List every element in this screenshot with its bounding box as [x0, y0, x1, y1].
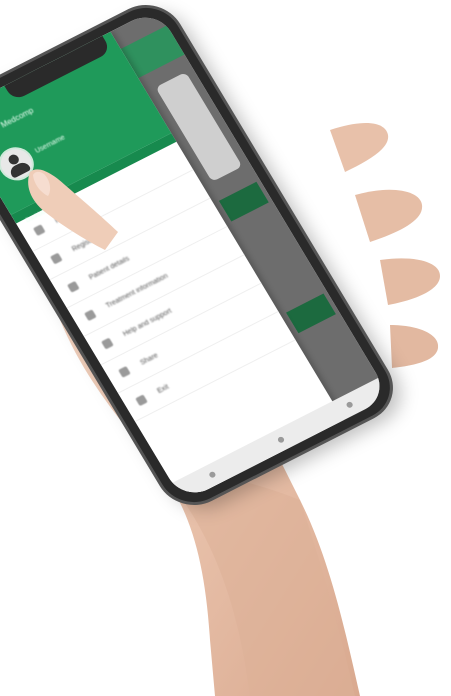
home-button-icon[interactable] [276, 435, 286, 444]
finger-2 [355, 189, 423, 242]
content-button[interactable] [218, 181, 269, 222]
finger-4 [390, 325, 439, 368]
finger-1 [330, 123, 389, 172]
recents-icon[interactable] [345, 400, 355, 409]
content-button-2[interactable] [286, 293, 336, 334]
back-icon[interactable] [207, 470, 217, 479]
menu-item-label: Registration [70, 229, 108, 253]
user-icon [49, 252, 63, 264]
menu-item-label: Patient details [87, 255, 131, 282]
user-name: Username [34, 134, 67, 156]
app-title: Medcomp [0, 106, 36, 130]
scene: Medcomp ☰ Username Dashboard Home [0, 0, 451, 696]
list-icon [66, 280, 80, 293]
menu-item-label: Exit [155, 383, 170, 395]
menu-item-label: Home [53, 209, 74, 225]
share-icon [117, 365, 131, 378]
help-icon [100, 337, 114, 350]
home-icon [32, 223, 46, 236]
menu-item-label: Share [138, 351, 160, 367]
finger-3 [380, 258, 440, 305]
exit-icon [134, 393, 148, 406]
document-icon [83, 308, 97, 321]
